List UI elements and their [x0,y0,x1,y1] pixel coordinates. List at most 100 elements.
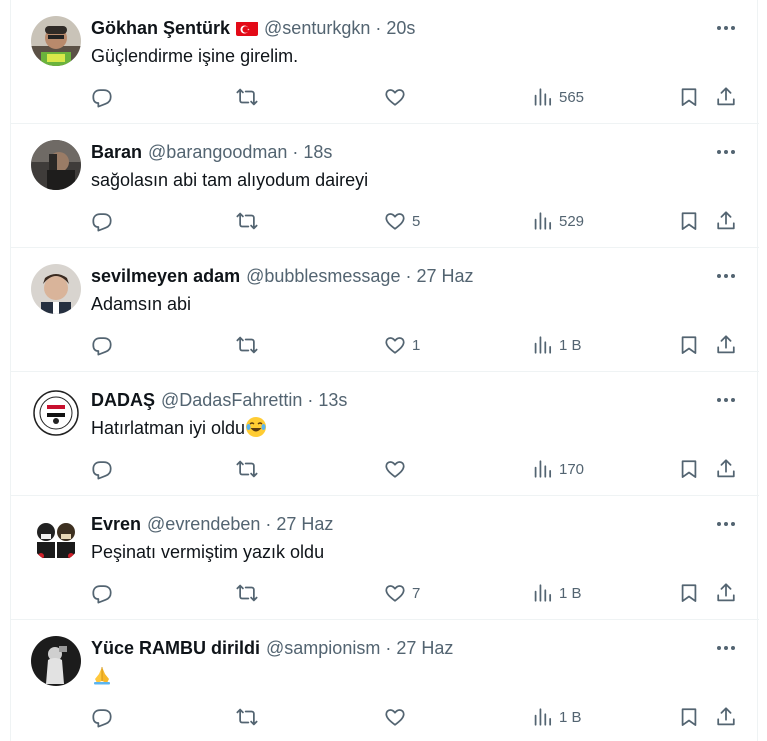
more-dots-icon[interactable] [715,18,737,38]
views-button[interactable]: 565 [531,84,584,110]
views-button[interactable]: 1 B [531,332,582,358]
avatar[interactable] [31,16,81,66]
tweet[interactable]: sevilmeyen adam @bubblesmessage · 27 Haz… [11,248,759,372]
more-dots-icon[interactable] [715,638,737,658]
bookmark-icon [681,336,697,354]
heart-icon [385,213,405,230]
tweet-header: DADAŞ @DadasFahrettin · 13s [91,389,347,411]
tweet[interactable]: Yüce RAMBU dirildi @sampionism · 27 Haz … [11,620,759,741]
turkey-flag-icon [236,21,259,36]
share-button[interactable] [715,456,737,482]
like-button[interactable] [384,456,412,482]
retweet-button[interactable] [236,704,258,730]
tweet-text-container: Hatırlatman iyi oldu [91,416,267,440]
user-handle[interactable]: @barangoodman [148,142,287,163]
like-button[interactable]: 7 [384,580,420,606]
reply-button[interactable] [91,332,113,358]
bookmark-icon [681,460,697,478]
more-dots-icon[interactable] [715,514,737,534]
display-name[interactable]: Gökhan Şentürk [91,18,230,39]
bookmark-button[interactable] [678,704,700,730]
bookmark-button[interactable] [678,332,700,358]
display-name[interactable]: Baran [91,142,142,163]
user-handle[interactable]: @sampionism [266,638,380,659]
share-button[interactable] [715,208,737,234]
reply-feed: Gökhan Şentürk @senturkgkn · 20s Güçlend… [10,0,759,741]
timestamp[interactable]: 27 Haz [276,514,333,535]
user-handle[interactable]: @evrendeben [147,514,260,535]
retweet-button[interactable] [236,332,258,358]
share-button[interactable] [715,84,737,110]
reply-button[interactable] [91,208,113,234]
bookmark-icon [681,584,697,602]
retweet-button[interactable] [236,580,258,606]
bookmark-button[interactable] [678,580,700,606]
more-dots-icon[interactable] [715,142,737,162]
bookmark-button[interactable] [678,456,700,482]
retweet-icon [236,336,258,354]
user-handle[interactable]: @senturkgkn [264,18,370,39]
share-button[interactable] [715,332,737,358]
reply-button[interactable] [91,456,113,482]
views-chart-icon [534,460,552,478]
reply-icon [92,213,112,232]
view-count: 1 B [559,708,582,726]
tweet[interactable]: Gökhan Şentürk @senturkgkn · 20s Güçlend… [11,0,759,124]
views-button[interactable]: 1 B [531,704,582,730]
timestamp[interactable]: 13s [318,390,347,411]
display-name[interactable]: DADAŞ [91,390,155,411]
avatar[interactable] [31,512,81,562]
views-chart-icon [534,212,552,230]
tweet-header: Gökhan Şentürk @senturkgkn · 20s [91,17,415,39]
reply-icon [92,89,112,108]
like-button[interactable] [384,84,412,110]
display-name[interactable]: Yüce RAMBU dirildi [91,638,260,659]
more-dots-icon[interactable] [715,266,737,286]
tweet[interactable]: DADAŞ @DadasFahrettin · 13s Hatırlatman … [11,372,759,496]
user-handle[interactable]: @DadasFahrettin [161,390,302,411]
share-button[interactable] [715,580,737,606]
separator-dot: · [307,389,314,410]
reply-icon [92,585,112,604]
display-name[interactable]: Evren [91,514,141,535]
retweet-icon [236,212,258,230]
views-button[interactable]: 529 [531,208,584,234]
like-button[interactable]: 1 [384,332,420,358]
timestamp[interactable]: 20s [386,18,415,39]
bookmark-icon [681,88,697,106]
avatar[interactable] [31,388,81,438]
bookmark-button[interactable] [678,84,700,110]
views-button[interactable]: 170 [531,456,584,482]
timestamp[interactable]: 18s [303,142,332,163]
separator-dot: · [265,513,272,534]
separator-dot: · [405,265,412,286]
retweet-icon [236,88,258,106]
reply-button[interactable] [91,84,113,110]
avatar[interactable] [31,140,81,190]
timestamp[interactable]: 27 Haz [396,638,453,659]
separator-dot: · [385,637,392,658]
display-name[interactable]: sevilmeyen adam [91,266,240,287]
share-button[interactable] [715,704,737,730]
like-button[interactable] [384,704,412,730]
more-dots-icon[interactable] [715,390,737,410]
reply-icon [92,461,112,480]
tweet-text-container [91,664,113,688]
timestamp[interactable]: 27 Haz [416,266,473,287]
user-handle[interactable]: @bubblesmessage [246,266,400,287]
retweet-button[interactable] [236,84,258,110]
avatar[interactable] [31,264,81,314]
like-button[interactable]: 5 [384,208,420,234]
reply-button[interactable] [91,704,113,730]
retweet-button[interactable] [236,208,258,234]
bookmark-button[interactable] [678,208,700,234]
heart-icon [385,585,405,602]
tweet[interactable]: Evren @evrendeben · 27 Haz Peşinatı verm… [11,496,759,620]
reply-button[interactable] [91,580,113,606]
retweet-button[interactable] [236,456,258,482]
avatar[interactable] [31,636,81,686]
tweet-text: Adamsın abi [91,294,192,314]
tweet[interactable]: Baran @barangoodman · 18s sağolasın abi … [11,124,759,248]
tweet-header: sevilmeyen adam @bubblesmessage · 27 Haz [91,265,474,287]
views-button[interactable]: 1 B [531,580,582,606]
